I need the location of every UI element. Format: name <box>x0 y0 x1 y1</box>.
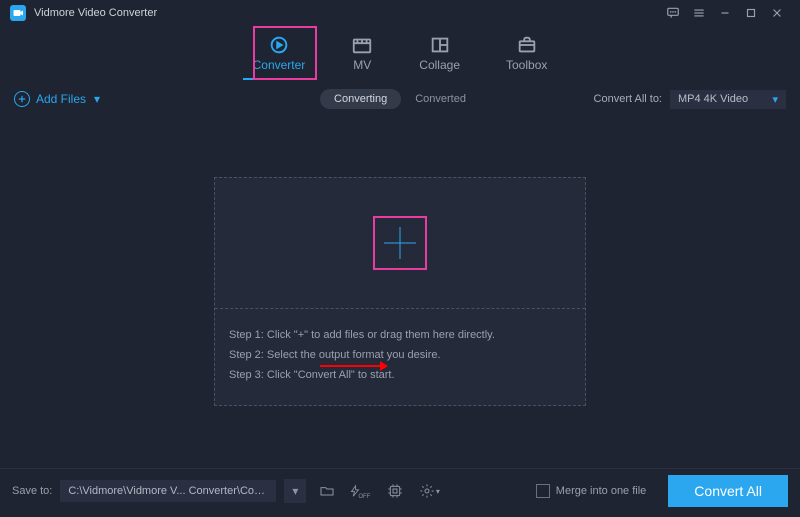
app-title: Vidmore Video Converter <box>34 7 157 19</box>
tab-label: Converter <box>253 58 306 72</box>
collage-icon <box>429 36 451 54</box>
convert-all-button[interactable]: Convert All <box>668 475 788 507</box>
tab-label: Toolbox <box>506 58 547 72</box>
flash-off-icon[interactable]: OFF <box>348 479 374 503</box>
feedback-icon[interactable] <box>660 0 686 26</box>
merge-checkbox[interactable]: Merge into one file <box>536 484 647 498</box>
converter-icon <box>268 36 290 54</box>
add-files-button[interactable]: Add Files ▾ <box>14 91 100 107</box>
format-select[interactable]: MP4 4K Video ▾ <box>670 90 786 109</box>
step-3: Step 3: Click "Convert All" to start. <box>229 369 571 381</box>
segment-converting[interactable]: Converting <box>320 89 401 109</box>
chevron-down-icon: ▾ <box>292 484 298 498</box>
dropzone[interactable]: Step 1: Click "+" to add files or drag t… <box>214 177 586 406</box>
titlebar: Vidmore Video Converter <box>0 0 800 26</box>
tab-label: MV <box>353 58 371 72</box>
convert-all-to: Convert All to: MP4 4K Video ▾ <box>594 90 786 109</box>
step-2: Step 2: Select the output format you des… <box>229 349 571 361</box>
tab-mv[interactable]: MV <box>345 34 379 78</box>
plus-circle-icon <box>14 91 30 107</box>
add-files-label: Add Files <box>36 92 86 106</box>
app-logo <box>10 5 26 21</box>
instruction-steps: Step 1: Click "+" to add files or drag t… <box>215 309 585 405</box>
segment-converted[interactable]: Converted <box>401 89 480 109</box>
toolbox-icon <box>516 36 538 54</box>
chevron-down-icon: ▾ <box>772 93 778 106</box>
save-to-label: Save to: <box>12 485 52 497</box>
menu-icon[interactable] <box>686 0 712 26</box>
tab-converter[interactable]: Converter <box>247 34 312 78</box>
footer: Save to: C:\Vidmore\Vidmore V... Convert… <box>0 468 800 513</box>
tab-collage[interactable]: Collage <box>413 34 466 78</box>
open-folder-icon[interactable] <box>314 479 340 503</box>
tab-toolbox[interactable]: Toolbox <box>500 34 553 78</box>
step-1: Step 1: Click "+" to add files or drag t… <box>229 329 571 341</box>
format-selected-label: MP4 4K Video <box>678 93 748 105</box>
close-button[interactable] <box>764 0 790 26</box>
settings-icon[interactable]: ▾ <box>416 479 442 503</box>
minimize-button[interactable] <box>712 0 738 26</box>
main-tabs: Converter MV Collage Toolbox <box>0 26 800 78</box>
status-segment: Converting Converted <box>320 89 480 109</box>
save-path-field[interactable]: C:\Vidmore\Vidmore V... Converter\Conver… <box>60 480 276 502</box>
merge-label: Merge into one file <box>556 485 647 497</box>
add-files-plus[interactable] <box>373 216 427 270</box>
dropzone-top <box>215 178 585 308</box>
maximize-button[interactable] <box>738 0 764 26</box>
tab-label: Collage <box>419 58 460 72</box>
convert-all-to-label: Convert All to: <box>594 93 662 105</box>
mv-icon <box>351 36 373 54</box>
toolbar: Add Files ▾ Converting Converted Convert… <box>0 84 800 114</box>
checkbox-icon <box>536 484 550 498</box>
gpu-icon[interactable] <box>382 479 408 503</box>
save-path-dropdown[interactable]: ▾ <box>284 479 306 503</box>
chevron-down-icon: ▾ <box>94 92 100 106</box>
main-area: Step 1: Click "+" to add files or drag t… <box>0 114 800 468</box>
